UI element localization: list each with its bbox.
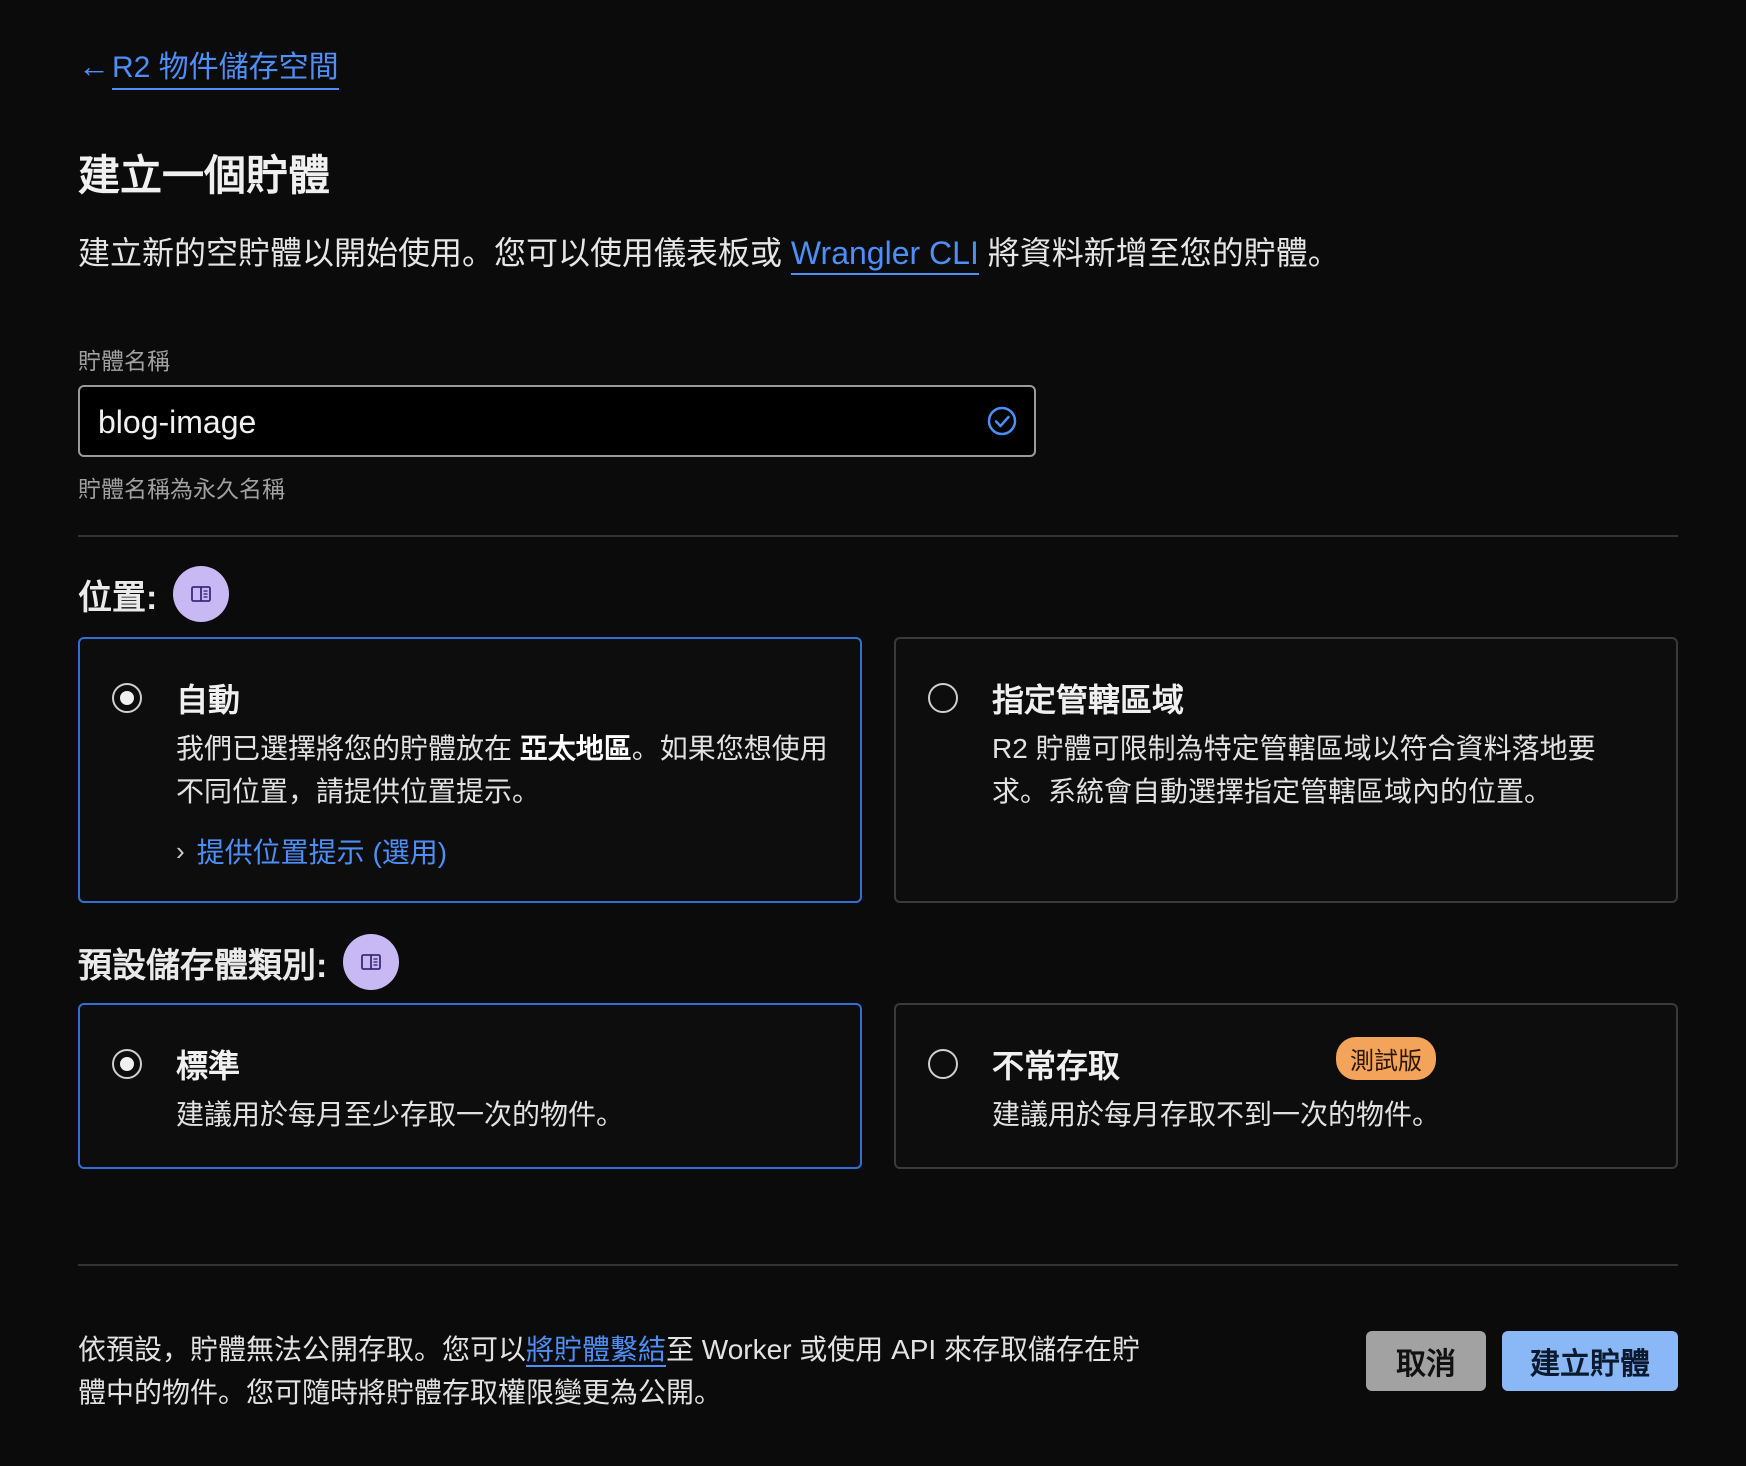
footer-text-after: 至 Worker 或使用 API 來存取儲存在貯 bbox=[666, 1334, 1140, 1365]
footer-text-line2: 體中的物件。您可隨時將貯體存取權限變更為公開。 bbox=[78, 1377, 723, 1408]
description-text-after: 將資料新增至您的貯體。 bbox=[978, 235, 1340, 271]
storage-standard-title: 標準 bbox=[176, 1048, 241, 1084]
cancel-button[interactable]: 取消 bbox=[1366, 1331, 1486, 1391]
location-hint-toggle[interactable]: › 提供位置提示 (選用) bbox=[176, 831, 447, 871]
location-jurisdiction-body-line2: 求。系統會自動選擇指定管轄區域內的位置。 bbox=[992, 776, 1553, 807]
page-title: 建立一個貯體 bbox=[78, 152, 331, 199]
location-jurisdiction-title: 指定管轄區域 bbox=[992, 682, 1185, 718]
check-circle-icon bbox=[987, 406, 1017, 436]
back-link-label: R2 物件儲存空間 bbox=[112, 42, 339, 90]
location-heading-text: 位置: bbox=[78, 578, 158, 617]
storage-class-info-button[interactable] bbox=[343, 934, 400, 990]
footer-note: 依預設，貯體無法公開存取。您可以將貯體繫結至 Worker 或使用 API 來存… bbox=[78, 1328, 1148, 1414]
create-bucket-button[interactable]: 建立貯體 bbox=[1502, 1331, 1678, 1391]
location-jurisdiction-radio[interactable] bbox=[928, 683, 958, 713]
location-hint-link[interactable]: 提供位置提示 (選用) bbox=[197, 831, 447, 871]
storage-class-option-infrequent[interactable]: 不常存取 測試版 建議用於每月存取不到一次的物件。 bbox=[894, 1003, 1678, 1169]
location-jurisdiction-body: R2 貯體可限制為特定管轄區域以符合資料落地要 求。系統會自動選擇指定管轄區域內… bbox=[992, 727, 1596, 813]
wrangler-cli-link[interactable]: Wrangler CLI bbox=[790, 235, 979, 275]
storage-class-heading: 預設儲存體類別: bbox=[78, 934, 400, 990]
location-jurisdiction-body-line1: R2 貯體可限制為特定管轄區域以符合資料落地要 bbox=[992, 733, 1596, 764]
page-description: 建立新的空貯體以開始使用。您可以使用儀表板或 Wrangler CLI 將資料新… bbox=[78, 228, 1340, 275]
storage-standard-radio[interactable] bbox=[112, 1049, 142, 1079]
storage-class-heading-text: 預設儲存體類別: bbox=[78, 946, 328, 985]
location-automatic-title: 自動 bbox=[176, 682, 241, 718]
footer-text-before: 依預設，貯體無法公開存取。您可以 bbox=[78, 1334, 527, 1365]
bucket-name-help: 貯體名稱為永久名稱 bbox=[78, 476, 285, 502]
description-text-before: 建立新的空貯體以開始使用。您可以使用儀表板或 bbox=[78, 235, 791, 271]
chevron-right-icon: › bbox=[176, 835, 185, 866]
back-link[interactable]: ← R2 物件儲存空間 bbox=[78, 42, 339, 90]
storage-class-option-standard[interactable]: 標準 建議用於每月至少存取一次的物件。 bbox=[78, 1003, 862, 1169]
bucket-name-field[interactable] bbox=[78, 385, 1036, 457]
location-heading: 位置: bbox=[78, 566, 230, 622]
bind-bucket-link[interactable]: 將貯體繫結 bbox=[526, 1334, 667, 1367]
location-automatic-body-before: 我們已選擇將您的貯體放在 bbox=[176, 733, 520, 764]
location-option-jurisdiction[interactable]: 指定管轄區域 R2 貯體可限制為特定管轄區域以符合資料落地要 求。系統會自動選擇… bbox=[894, 637, 1678, 903]
location-automatic-body: 我們已選擇將您的貯體放在 亞太地區。如果您想使用 不同位置，請提供位置提示。 bbox=[176, 727, 828, 813]
bucket-name-label: 貯體名稱 bbox=[78, 348, 170, 374]
location-info-button[interactable] bbox=[173, 566, 230, 622]
storage-standard-body: 建議用於每月至少存取一次的物件。 bbox=[176, 1099, 625, 1130]
storage-infrequent-body: 建議用於每月存取不到一次的物件。 bbox=[992, 1099, 1441, 1130]
location-option-automatic[interactable]: 自動 我們已選擇將您的貯體放在 亞太地區。如果您想使用 不同位置，請提供位置提示… bbox=[78, 637, 862, 903]
book-icon bbox=[191, 586, 212, 602]
beta-badge: 測試版 bbox=[1336, 1037, 1436, 1080]
arrow-left-icon: ← bbox=[78, 48, 110, 84]
location-automatic-radio[interactable] bbox=[112, 683, 142, 713]
location-automatic-region: 亞太地區 bbox=[519, 733, 632, 764]
storage-infrequent-radio[interactable] bbox=[928, 1049, 958, 1079]
divider bbox=[78, 1264, 1678, 1266]
divider bbox=[78, 535, 1678, 537]
location-automatic-body-after: 。如果您想使用 bbox=[631, 733, 828, 764]
book-icon bbox=[361, 954, 382, 970]
location-automatic-body-line2: 不同位置，請提供位置提示。 bbox=[176, 776, 541, 807]
storage-infrequent-title: 不常存取 bbox=[992, 1048, 1121, 1084]
bucket-name-input[interactable] bbox=[96, 387, 960, 457]
